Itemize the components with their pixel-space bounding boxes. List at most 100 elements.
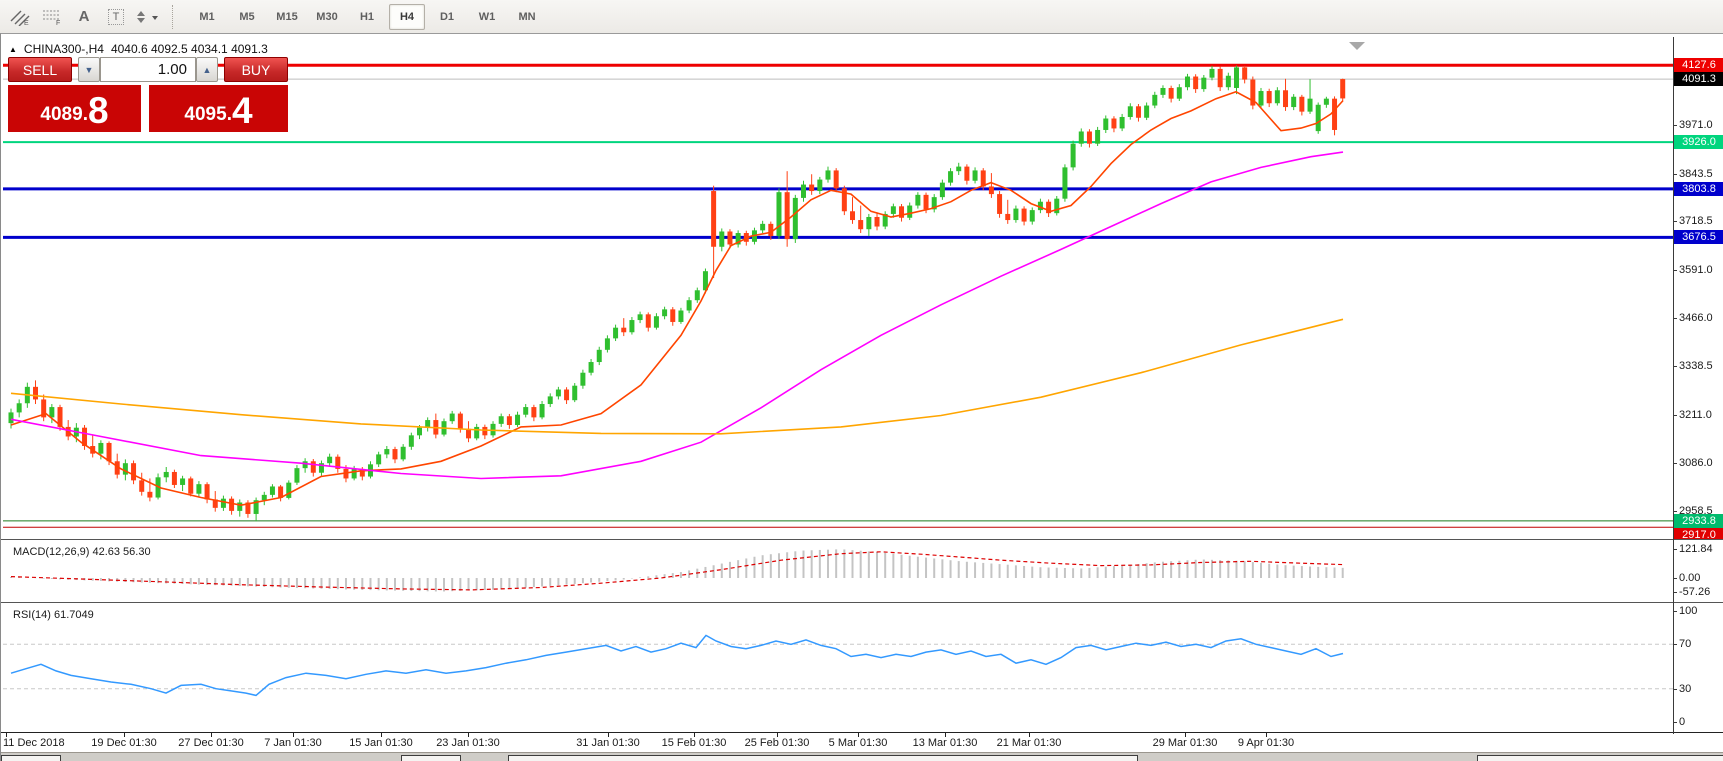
- toolbar-separator: [172, 4, 179, 29]
- chart-window[interactable]: ▲ CHINA300-,H4 4040.6 4092.5 4034.1 4091…: [0, 33, 1723, 761]
- time-axis-tick: [1185, 733, 1186, 737]
- timeframe-m15[interactable]: M15: [269, 4, 305, 30]
- ohlc-values: 4040.6 4092.5 4034.1 4091.3: [110, 42, 268, 56]
- time-axis-tick: [694, 733, 695, 737]
- time-axis-label: 15 Jan 01:30: [349, 737, 413, 749]
- sell-price-big-digit: 8: [87, 90, 109, 131]
- buy-price-display[interactable]: 4095. 4: [149, 85, 288, 132]
- macd-axis-label: 121.84: [1679, 543, 1713, 555]
- timeframe-d1[interactable]: D1: [429, 4, 465, 30]
- time-axis-label: 7 Jan 01:30: [264, 737, 322, 749]
- price-axis-label: 3211.0: [1679, 409, 1712, 422]
- time-axis-label: 19 Dec 01:30: [91, 737, 157, 749]
- time-axis-label: 11 Dec 2018: [3, 737, 65, 749]
- text-label-icon[interactable]: T: [101, 4, 131, 30]
- price-level-badge: 3803.8: [1674, 181, 1723, 196]
- time-axis-label: 31 Jan 01:30: [576, 737, 640, 749]
- volume-input[interactable]: [100, 57, 196, 82]
- price-level-badge: 3926.0: [1674, 135, 1723, 150]
- time-axis[interactable]: 11 Dec 2018 19 Dec 01:30 27 Dec 01:30 7 Jan…: [1, 732, 1723, 753]
- sell-price-main: 4089: [40, 104, 83, 125]
- price-axis-label: 3718.5: [1679, 215, 1713, 228]
- chart-title: ▲ CHINA300-,H4 4040.6 4092.5 4034.1 4091…: [9, 42, 268, 56]
- price-level-badge: 3676.5: [1674, 230, 1723, 245]
- background-window-edge[interactable]: [1477, 755, 1723, 761]
- rsi-axis-label: 70: [1679, 638, 1692, 651]
- macd-axis-label: 0.00: [1679, 572, 1701, 584]
- timeframe-mn[interactable]: MN: [509, 4, 545, 30]
- time-axis-tick: [468, 733, 469, 737]
- time-axis-label: 25 Feb 01:30: [744, 737, 810, 749]
- price-axis-label: 3466.0: [1679, 311, 1713, 324]
- time-axis-tick: [211, 733, 212, 737]
- buy-price-main: 4095: [184, 104, 227, 125]
- sell-button[interactable]: SELL: [8, 57, 72, 82]
- time-axis-tick: [6, 733, 7, 737]
- time-axis-tick: [124, 733, 125, 737]
- timeframe-h4[interactable]: H4: [389, 3, 425, 30]
- mt4-window: E F AT M1 M5 M15 M30 H1 H4 D1 W1 MN ▲ CHINA300-,H4…: [0, 0, 1723, 761]
- time-axis-tick: [1029, 733, 1030, 737]
- price-axis-label: 3971.0: [1679, 119, 1713, 131]
- time-axis-label: 23 Jan 01:30: [436, 737, 500, 749]
- svg-text:E: E: [24, 20, 29, 26]
- macd-pane[interactable]: MACD(12,26,9) 42.63 56.30 121.84 0.00 -57.…: [1, 542, 1723, 602]
- rsi-axis-label: 30: [1679, 682, 1692, 695]
- macd-indicator-label: MACD(12,26,9) 42.63 56.30: [13, 546, 151, 558]
- buy-price-big-digit: 4: [231, 90, 253, 131]
- time-axis-label: 13 Mar 01:30: [912, 737, 978, 749]
- price-axis-label: 3591.0: [1679, 264, 1713, 277]
- time-axis-tick: [293, 733, 294, 737]
- price-level-badge: 4091.3: [1674, 72, 1723, 87]
- time-axis-tick: [777, 733, 778, 737]
- rsi-axis-label: 0: [1679, 716, 1686, 728]
- time-axis-label: 29 Mar 01:30: [1152, 737, 1218, 749]
- background-window-edge[interactable]: [508, 755, 1138, 761]
- time-axis-tick: [381, 733, 382, 737]
- equidistant-channel-icon[interactable]: E: [5, 4, 35, 30]
- rsi-pane[interactable]: RSI(14) 61.7049 100 70 30 0: [1, 605, 1723, 732]
- sell-price-display[interactable]: 4089. 8: [8, 85, 141, 132]
- rsi-axis-label: 100: [1679, 605, 1698, 617]
- price-level-badge: 4127.6: [1674, 58, 1723, 73]
- time-axis-label: 15 Feb 01:30: [661, 737, 727, 749]
- rsi-indicator-label: RSI(14) 61.7049: [13, 609, 94, 621]
- time-axis-label: 27 Dec 01:30: [178, 737, 244, 749]
- background-window-edge[interactable]: [1, 755, 61, 761]
- price-level-badge: 2917.0: [1674, 528, 1723, 539]
- price-pane[interactable]: ▲ CHINA300-,H4 4040.6 4092.5 4034.1 4091…: [1, 37, 1723, 539]
- svg-text:F: F: [56, 20, 60, 26]
- timeframe-m5[interactable]: M5: [229, 4, 265, 30]
- volume-increase-button[interactable]: ▲: [196, 57, 218, 82]
- fibonacci-grid-icon[interactable]: F: [37, 4, 67, 30]
- symbol-period-label: CHINA300-,H4: [23, 42, 104, 56]
- background-windows-strip[interactable]: [1, 752, 1723, 761]
- rsi-canvas[interactable]: [1, 605, 1723, 732]
- text-icon[interactable]: A: [69, 4, 99, 30]
- background-window-edge[interactable]: [401, 755, 461, 761]
- one-click-trading-panel: SELL ▼ ▲ BUY 4089.8 4095.4: [8, 57, 288, 132]
- macd-axis-label: -57.26: [1679, 585, 1711, 598]
- time-axis-label: 21 Mar 01:30: [996, 737, 1062, 749]
- time-axis-tick: [945, 733, 946, 737]
- price-axis-label: 3843.5: [1679, 167, 1713, 180]
- timeframe-h1[interactable]: H1: [349, 4, 385, 30]
- buy-button[interactable]: BUY: [224, 57, 288, 82]
- volume-decrease-button[interactable]: ▼: [78, 57, 100, 82]
- timeframe-m30[interactable]: M30: [309, 4, 345, 30]
- timeframe-w1[interactable]: W1: [469, 4, 505, 30]
- time-axis-label: 9 Apr 01:30: [1237, 737, 1295, 749]
- axis-divider-line: [1673, 37, 1674, 734]
- price-axis-label: 3338.5: [1679, 360, 1713, 373]
- price-axis-label: 3086.0: [1679, 456, 1713, 469]
- toolbar: E F AT M1 M5 M15 M30 H1 H4 D1 W1 MN: [0, 0, 1723, 34]
- price-level-badge: 2933.8: [1674, 513, 1723, 528]
- arrange-windows-icon[interactable]: [133, 4, 163, 30]
- time-axis-tick: [608, 733, 609, 737]
- timeframe-m1[interactable]: M1: [189, 4, 225, 30]
- timeframe-toolbar: M1 M5 M15 M30 H1 H4 D1 W1 MN: [187, 3, 547, 30]
- time-axis-label: 5 Mar 01:30: [828, 737, 888, 749]
- macd-canvas[interactable]: [1, 542, 1723, 602]
- drawing-toolbar: E F AT: [4, 4, 164, 30]
- collapse-triangle-icon[interactable]: ▲: [9, 45, 17, 54]
